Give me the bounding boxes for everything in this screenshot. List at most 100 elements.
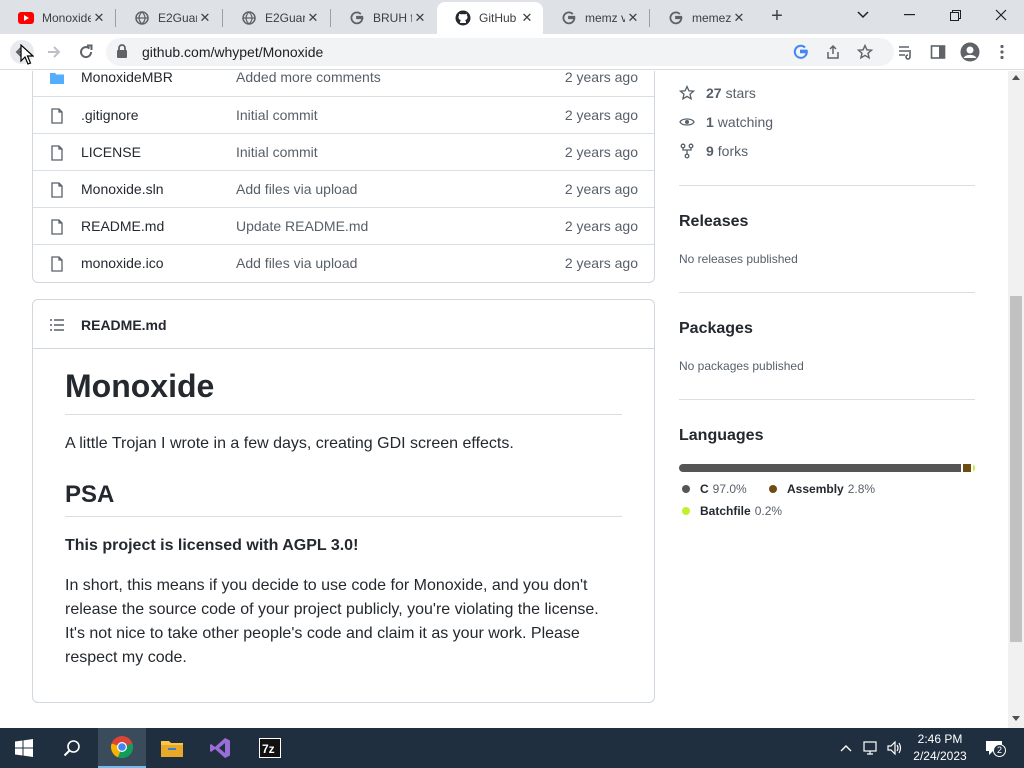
google-lens-icon[interactable] xyxy=(792,43,810,61)
divider xyxy=(679,292,975,293)
language-bar-segment xyxy=(962,464,971,472)
close-icon[interactable]: ✕ xyxy=(305,10,321,26)
divider xyxy=(679,399,975,400)
taskbar-clock[interactable]: 2:46 PM 2/24/2023 xyxy=(906,731,974,765)
youtube-icon xyxy=(18,10,34,26)
commit-message-link[interactable]: Initial commit xyxy=(236,107,318,123)
file-name-link[interactable]: .gitignore xyxy=(81,107,139,123)
media-control-button[interactable] xyxy=(894,40,918,64)
commit-age: 2 years ago xyxy=(564,107,638,123)
tab-search-button[interactable] xyxy=(840,0,886,30)
scroll-up-arrow-icon[interactable] xyxy=(1012,74,1020,80)
tab-strip: Monoxide ✕ E2Guardian ✕ E2Guardian ✕ BRU… xyxy=(0,0,1024,34)
taskbar-visual-studio[interactable] xyxy=(196,728,244,768)
bookmark-star-icon[interactable] xyxy=(856,43,874,61)
github-icon xyxy=(455,10,471,26)
language-batchfile[interactable]: Batchfile 0.2% xyxy=(682,504,782,518)
stars-link[interactable]: 27 stars xyxy=(679,83,756,103)
commit-message-link[interactable]: Add files via upload xyxy=(236,181,357,197)
volume-button[interactable] xyxy=(884,728,906,768)
language-c[interactable]: C 97.0% xyxy=(682,482,747,496)
forks-link[interactable]: 9 forks xyxy=(679,141,748,161)
file-icon xyxy=(51,256,63,272)
file-name-link[interactable]: Monoxide.sln xyxy=(81,181,164,197)
taskbar-7zip[interactable]: 7z xyxy=(246,728,294,768)
address-bar[interactable]: github.com/whypet/Monoxide xyxy=(106,38,894,66)
tab-monoxide-youtube[interactable]: Monoxide ✕ xyxy=(0,2,115,34)
tab-e2guardian-1[interactable]: E2Guardian ✕ xyxy=(116,2,221,34)
commit-age: 2 years ago xyxy=(564,144,638,160)
new-tab-button[interactable]: + xyxy=(766,5,788,27)
stars-count: 27 xyxy=(706,85,722,101)
file-name-link[interactable]: README.md xyxy=(81,218,164,234)
file-row[interactable]: .gitignore Initial commit 2 years ago xyxy=(33,96,654,133)
tab-title: E2Guardian xyxy=(158,11,197,25)
search-button[interactable] xyxy=(48,728,96,768)
watching-link[interactable]: 1 watching xyxy=(679,112,773,132)
file-icon xyxy=(51,145,63,161)
taskbar-file-explorer[interactable] xyxy=(148,728,196,768)
file-name-link[interactable]: LICENSE xyxy=(81,144,141,160)
file-name-link[interactable]: MonoxideMBR xyxy=(81,71,173,85)
minimize-button[interactable] xyxy=(886,0,932,30)
readme-filename[interactable]: README.md xyxy=(81,317,167,333)
reload-button[interactable] xyxy=(74,40,98,64)
language-name: Assembly xyxy=(787,482,844,496)
menu-button[interactable] xyxy=(990,40,1014,64)
file-row[interactable]: MonoxideMBR Added more comments 2 years … xyxy=(33,71,654,96)
mouse-cursor-icon xyxy=(20,44,34,65)
file-row[interactable]: LICENSE Initial commit 2 years ago xyxy=(33,133,654,170)
tab-github[interactable]: GitHub ✕ xyxy=(437,2,543,34)
stars-label: stars xyxy=(725,85,756,101)
language-assembly[interactable]: Assembly 2.8% xyxy=(769,482,875,496)
file-explorer-icon xyxy=(161,741,183,757)
file-row[interactable]: README.md Update README.md 2 years ago xyxy=(33,207,654,244)
tab-e2guardian-2[interactable]: E2Guardian ✕ xyxy=(223,2,329,34)
profile-button[interactable] xyxy=(958,40,982,64)
globe-icon xyxy=(134,10,150,26)
close-window-button[interactable] xyxy=(978,0,1024,30)
side-panel-icon xyxy=(930,45,946,59)
readme-license-line: This project is licensed with AGPL 3.0! xyxy=(65,537,359,554)
scroll-down-arrow-icon[interactable] xyxy=(1012,716,1020,722)
share-icon[interactable] xyxy=(824,43,842,61)
side-panel-button[interactable] xyxy=(926,40,950,64)
close-icon[interactable]: ✕ xyxy=(519,10,535,26)
forward-button[interactable] xyxy=(42,40,66,64)
packages-title[interactable]: Packages xyxy=(679,320,753,338)
network-button[interactable] xyxy=(860,728,882,768)
list-icon[interactable] xyxy=(49,317,65,333)
tab-memez[interactable]: memez ✕ xyxy=(650,2,755,34)
close-icon[interactable]: ✕ xyxy=(91,10,107,26)
commit-message-link[interactable]: Added more comments xyxy=(236,71,381,85)
kebab-menu-icon xyxy=(1000,44,1004,60)
tab-memz-v[interactable]: memz v ✕ xyxy=(543,2,649,34)
language-percent: 97.0% xyxy=(712,482,747,496)
tab-bruh[interactable]: BRUH fr ✕ xyxy=(331,2,436,34)
search-icon xyxy=(63,740,80,757)
file-name-link[interactable]: monoxide.ico xyxy=(81,255,164,271)
avatar-icon xyxy=(960,42,980,62)
close-icon[interactable]: ✕ xyxy=(197,10,213,26)
divider xyxy=(679,185,975,186)
file-icon xyxy=(51,219,63,235)
close-icon[interactable]: ✕ xyxy=(731,10,747,26)
packages-note: No packages published xyxy=(679,359,804,373)
releases-title[interactable]: Releases xyxy=(679,213,748,231)
commit-message-link[interactable]: Update README.md xyxy=(236,218,368,234)
taskbar-chrome[interactable] xyxy=(98,728,146,768)
scrollbar-thumb[interactable] xyxy=(1010,296,1022,642)
action-center-button[interactable]: 2 xyxy=(980,728,1008,768)
fork-icon xyxy=(679,143,695,159)
file-row[interactable]: monoxide.ico Add files via upload 2 year… xyxy=(33,244,654,281)
commit-message-link[interactable]: Add files via upload xyxy=(236,255,357,271)
show-hidden-icons-button[interactable] xyxy=(836,728,856,768)
start-button[interactable] xyxy=(0,728,48,768)
forks-count: 9 xyxy=(706,143,714,159)
restore-button[interactable] xyxy=(932,0,978,30)
commit-message-link[interactable]: Initial commit xyxy=(236,144,318,160)
file-list: MonoxideMBR Added more comments 2 years … xyxy=(32,71,655,283)
close-icon[interactable]: ✕ xyxy=(412,10,428,26)
file-row[interactable]: Monoxide.sln Add files via upload 2 year… xyxy=(33,170,654,207)
close-icon[interactable]: ✕ xyxy=(625,10,641,26)
